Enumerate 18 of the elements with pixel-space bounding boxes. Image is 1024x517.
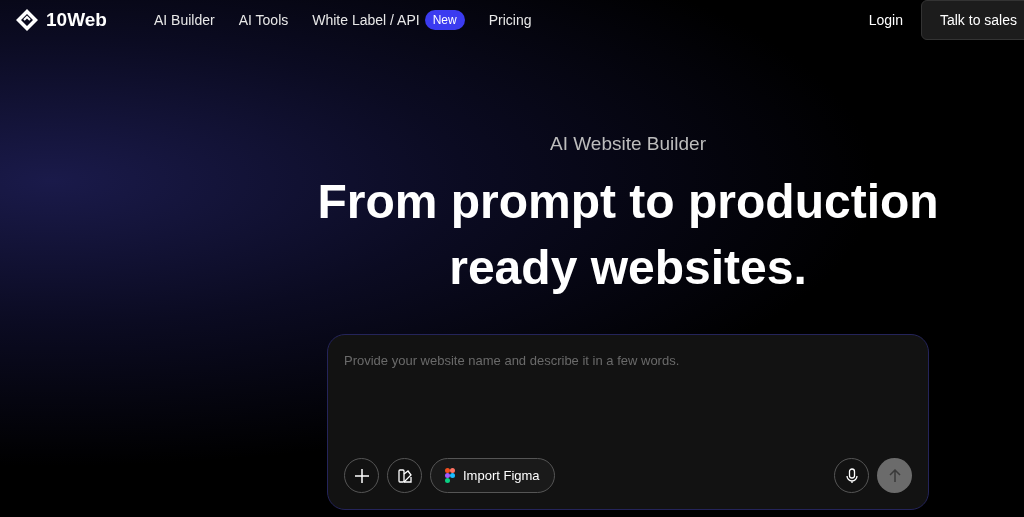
import-figma-button[interactable]: Import Figma <box>430 458 555 493</box>
new-badge: New <box>424 10 465 30</box>
figma-icon <box>445 468 455 483</box>
plus-icon <box>353 467 370 484</box>
hero-headline: From prompt to production ready websites. <box>317 173 939 296</box>
logo-icon <box>14 7 40 33</box>
login-link[interactable]: Login <box>868 9 903 31</box>
microphone-icon <box>844 467 859 484</box>
nav-link[interactable]: White Label / API <box>312 9 420 31</box>
palette-icon <box>396 467 413 484</box>
nav-link[interactable]: AI Tools <box>238 9 289 31</box>
talk-to-sales-button[interactable]: Talk to sales <box>920 0 1024 40</box>
hero-eyebrow: AI Website Builder <box>550 132 706 156</box>
nav-link[interactable]: AI Builder <box>154 9 215 31</box>
nav-link[interactable]: Pricing <box>488 9 532 31</box>
brand-name: 10Web <box>46 7 107 32</box>
prompt-field[interactable]: Provide your website name and describe it in a few words. Import Figma <box>327 334 929 510</box>
arrow-up-icon <box>887 468 902 483</box>
